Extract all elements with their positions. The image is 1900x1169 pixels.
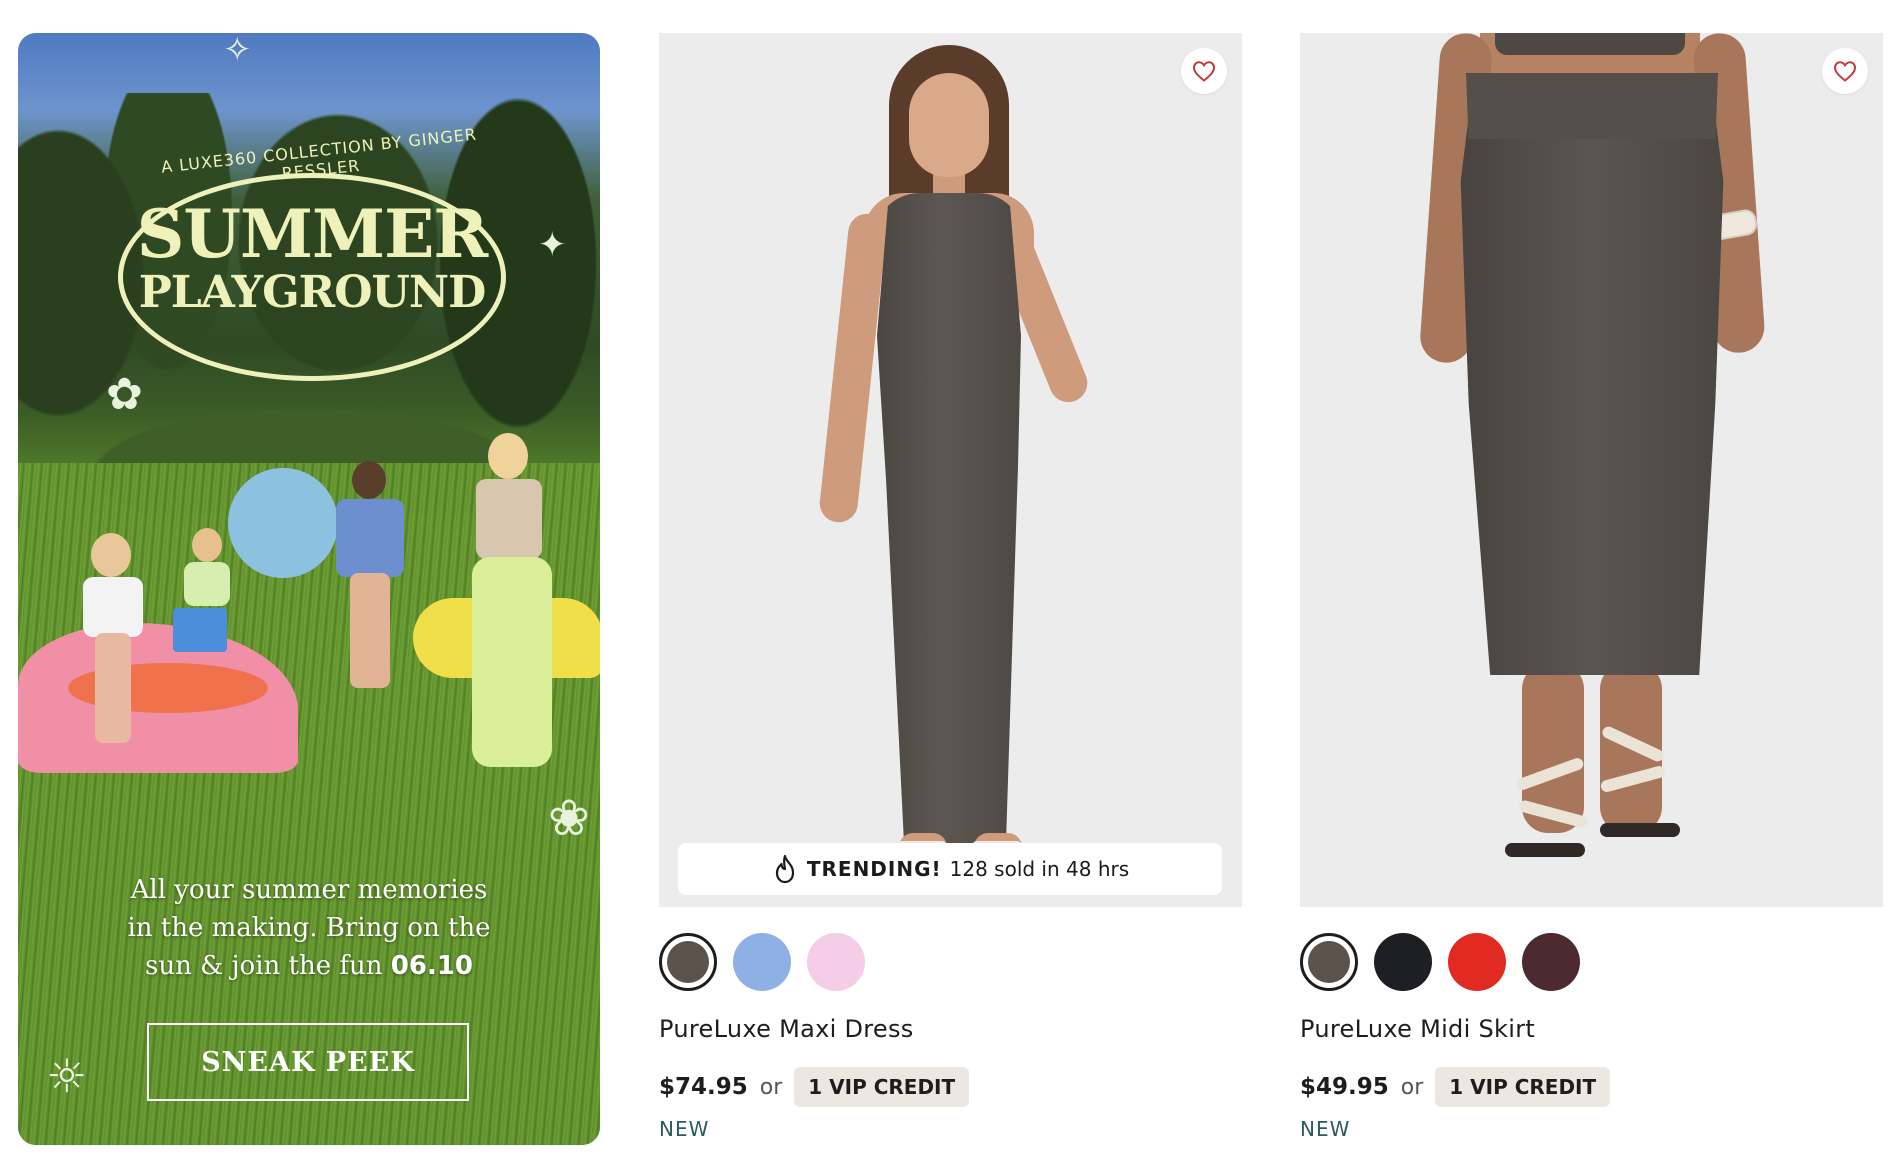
promo-title-line1: SUMMER — [136, 195, 489, 273]
skirt-garment — [1460, 73, 1724, 675]
blue-cube-prop — [173, 608, 227, 652]
heart-icon — [1833, 61, 1857, 82]
flame-icon — [775, 854, 794, 884]
product-image[interactable]: TRENDING! 128 sold in 48 hrs — [659, 33, 1242, 907]
product-price: $74.95 — [659, 1074, 748, 1100]
color-swatches — [1300, 933, 1883, 991]
sparkle-icon: ✦ — [538, 225, 567, 265]
blue-ball-prop — [228, 468, 338, 578]
color-swatches — [659, 933, 1242, 991]
product-image[interactable] — [1300, 33, 1883, 907]
color-swatch[interactable] — [733, 933, 791, 991]
price-row: $74.95 or 1 VIP CREDIT — [659, 1067, 1242, 1107]
dress-garment — [877, 193, 1021, 843]
promo-date: 06.10 — [390, 951, 474, 981]
color-swatch[interactable] — [1374, 933, 1432, 991]
new-badge: NEW — [659, 1117, 710, 1141]
promo-title-line2: PLAYGROUND — [138, 267, 487, 318]
sneak-peek-button[interactable]: SNEAK PEEK — [147, 1023, 469, 1101]
color-swatch[interactable] — [1300, 933, 1358, 991]
flower-icon: ❀ — [548, 789, 590, 847]
flower-icon: ✿ — [106, 369, 143, 420]
color-swatch[interactable] — [1448, 933, 1506, 991]
wishlist-button[interactable] — [1181, 48, 1227, 94]
vip-credit-badge: 1 VIP CREDIT — [794, 1067, 970, 1107]
or-text: or — [1400, 1074, 1424, 1100]
or-text: or — [759, 1074, 783, 1100]
trending-badge: TRENDING! 128 sold in 48 hrs — [678, 843, 1222, 895]
product-price: $49.95 — [1300, 1074, 1389, 1100]
promo-title: SUMMER PLAYGROUND — [118, 201, 506, 315]
promo-copy-line: in the making. Bring on the — [127, 913, 491, 943]
product-card[interactable]: TRENDING! 128 sold in 48 hrs PureLuxe Ma… — [659, 33, 1242, 1141]
vip-credit-badge: 1 VIP CREDIT — [1435, 1067, 1611, 1107]
heart-icon — [1192, 61, 1216, 82]
sun-icon: ☼ — [46, 1049, 88, 1103]
price-row: $49.95 or 1 VIP CREDIT — [1300, 1067, 1883, 1107]
product-card[interactable]: PureLuxe Midi Skirt $49.95 or 1 VIP CRED… — [1300, 33, 1883, 1141]
new-badge: NEW — [1300, 1117, 1351, 1141]
color-swatch[interactable] — [1522, 933, 1580, 991]
product-name[interactable]: PureLuxe Maxi Dress — [659, 1015, 1242, 1043]
wishlist-button[interactable] — [1822, 48, 1868, 94]
sparkle-icon: ✧ — [223, 33, 252, 70]
product-name[interactable]: PureLuxe Midi Skirt — [1300, 1015, 1883, 1043]
promo-copy-line: All your summer memories — [130, 875, 488, 905]
color-swatch[interactable] — [659, 933, 717, 991]
color-swatch[interactable] — [807, 933, 865, 991]
promo-banner[interactable]: ✧ ✦ ✿ ❀ ☼ A LUXE360 COLLECTION BY GINGER… — [18, 33, 600, 1145]
promo-copy-text: sun & join the fun — [144, 951, 383, 981]
promo-copy: All your summer memories in the making. … — [58, 871, 560, 985]
promo-copy-line: sun & join the fun 06.10 — [58, 947, 560, 985]
trending-text: 128 sold in 48 hrs — [949, 857, 1130, 881]
trending-label: TRENDING! — [806, 857, 942, 881]
